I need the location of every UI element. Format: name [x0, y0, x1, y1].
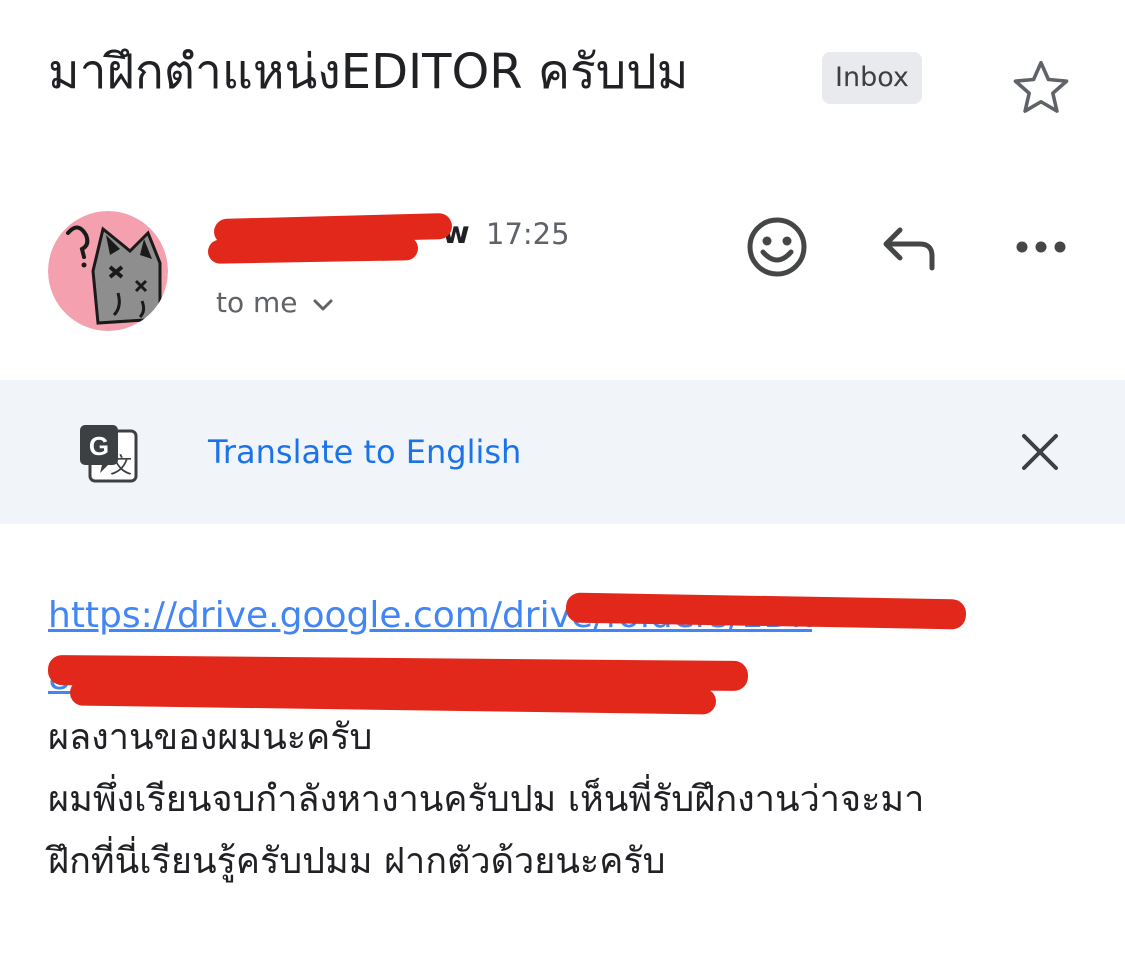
message-time: 17:25: [486, 217, 570, 251]
star-outline-icon[interactable]: [1008, 55, 1074, 121]
svg-text:G: G: [89, 431, 109, 461]
email-subject: มาฝึกตำแหน่งEDITOR ครับปม: [48, 44, 689, 100]
more-horizontal-icon[interactable]: [1012, 230, 1072, 264]
translate-to-english-link[interactable]: Translate to English: [208, 429, 521, 475]
smiley-icon[interactable]: [744, 214, 810, 280]
svg-text:文: 文: [110, 454, 132, 479]
chevron-down-icon[interactable]: [310, 295, 336, 315]
body-line: ผลงานของผมนะครับ: [48, 717, 373, 758]
google-translate-icon: G 文: [80, 425, 138, 483]
sender-redaction: [207, 236, 419, 264]
reply-icon[interactable]: [876, 218, 942, 278]
recipient-summary[interactable]: to me: [216, 283, 298, 323]
body-line: ผมพึ่งเรียนจบกำลังหางานครับปม เห็นพี่รับ…: [48, 779, 925, 820]
translate-banner: [0, 380, 1125, 524]
close-icon[interactable]: [1016, 428, 1064, 476]
body-line: ฝึกที่นี่เรียนรู้ครับปมม ฝากตัวด้วยนะครั…: [48, 841, 666, 882]
sender-avatar[interactable]: [48, 211, 168, 331]
inbox-label-badge[interactable]: Inbox: [822, 52, 922, 104]
